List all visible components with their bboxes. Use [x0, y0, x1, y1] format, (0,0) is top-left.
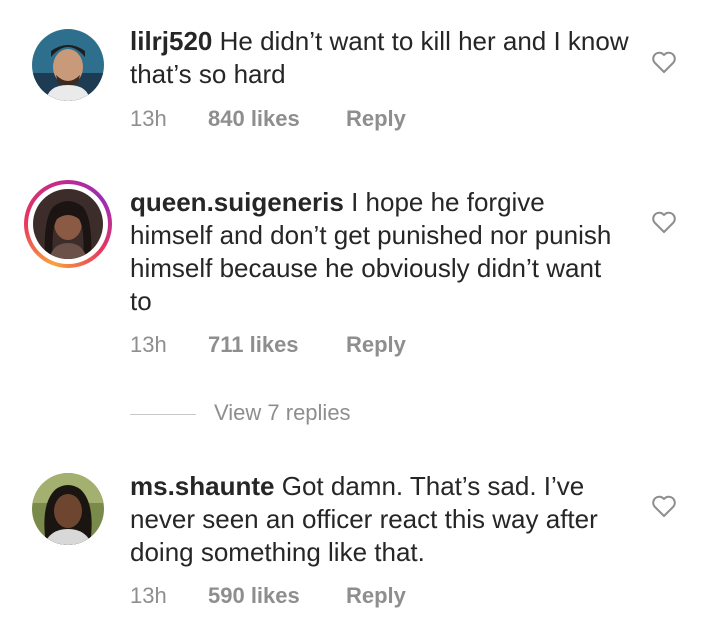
comment-username[interactable]: queen.suigeneris [130, 187, 344, 217]
comment-meta: 13h 840 likes Reply [130, 106, 406, 132]
reply-button[interactable]: Reply [346, 583, 406, 609]
comment-text: queen.suigeneris I hope he forgive himse… [130, 186, 630, 318]
replies-divider [130, 414, 196, 415]
comment-time: 13h [130, 583, 167, 608]
avatar[interactable] [32, 29, 104, 101]
reply-button[interactable]: Reply [346, 106, 406, 132]
likes-count[interactable]: 590 likes [208, 583, 346, 609]
comment-text: ms.shaunte Got damn. That’s sad. I’ve ne… [130, 470, 630, 569]
view-replies-button[interactable]: View 7 replies [130, 400, 430, 430]
likes-count[interactable]: 840 likes [208, 106, 346, 132]
comment-text: lilrj520 He didn’t want to kill her and … [130, 25, 630, 91]
comment-meta: 13h 711 likes Reply [130, 332, 406, 358]
story-ring [28, 184, 108, 264]
comment-meta: 13h 590 likes Reply [130, 583, 406, 609]
avatar[interactable] [32, 473, 104, 545]
likes-count[interactable]: 711 likes [208, 332, 346, 358]
heart-icon[interactable] [651, 494, 677, 518]
user-photo-icon [32, 473, 104, 545]
heart-icon[interactable] [651, 50, 677, 74]
comment-time: 13h [130, 332, 167, 357]
comment-username[interactable]: ms.shaunte [130, 471, 275, 501]
avatar[interactable] [24, 180, 112, 268]
user-photo-icon [33, 189, 103, 259]
comment-username[interactable]: lilrj520 [130, 26, 212, 56]
comment-time: 13h [130, 106, 167, 131]
user-photo-icon [32, 29, 104, 101]
heart-icon[interactable] [651, 210, 677, 234]
view-replies-label: View 7 replies [214, 400, 351, 425]
reply-button[interactable]: Reply [346, 332, 406, 358]
